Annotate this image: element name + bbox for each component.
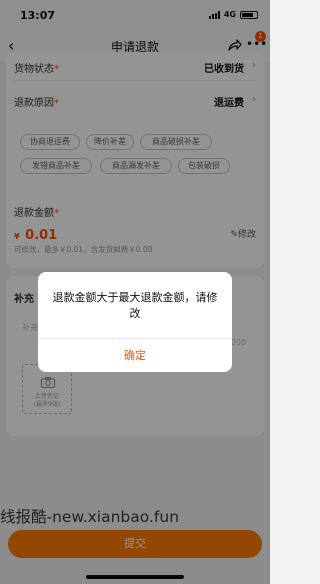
watermark-text: 线报酷-new.xianbao.fun bbox=[0, 508, 180, 526]
dialog-message: 退款金额大于最大退款金额，请修改 bbox=[52, 291, 218, 320]
confirm-button[interactable]: 确定 bbox=[38, 339, 232, 372]
error-dialog: 退款金额大于最大退款金额，请修改 确定 bbox=[38, 272, 232, 372]
